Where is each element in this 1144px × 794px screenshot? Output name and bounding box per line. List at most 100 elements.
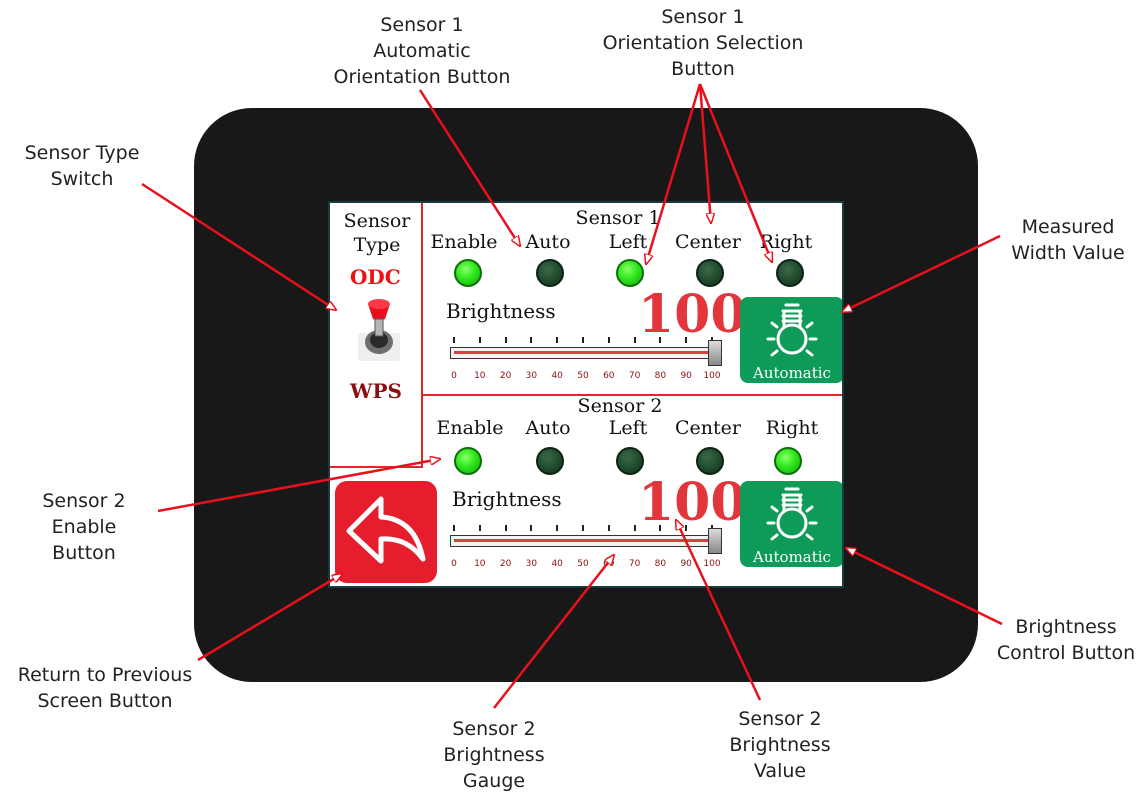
- gauge-tick: [556, 525, 559, 531]
- callout-sensor-type-switch: Sensor Type Switch: [24, 142, 140, 190]
- gauge-tick: [582, 337, 584, 343]
- callout-sensor2-gauge: Sensor 2 Brightness Gauge: [443, 718, 545, 792]
- sensor1-label-left: Left: [608, 231, 648, 253]
- gauge-tick: [659, 525, 662, 531]
- sensor1-auto-button[interactable]: [536, 259, 564, 287]
- gauge-tick: [504, 337, 507, 343]
- sensor1-enable-button[interactable]: [454, 259, 482, 287]
- gauge-tick-label: 30: [525, 559, 538, 569]
- sensor2-auto-button-label: Automatic: [753, 548, 831, 566]
- gauge-tick-label: 70: [628, 371, 641, 381]
- sensor1-auto-button-label: Automatic: [753, 364, 831, 382]
- divider-vertical: [421, 203, 423, 467]
- gauge-tick: [478, 337, 481, 343]
- sensor2-right-button[interactable]: [774, 447, 802, 475]
- gauge-tick-label: 100: [703, 559, 721, 569]
- callout-measured-width-value: Measured Width Value: [1011, 216, 1125, 264]
- lightbulb-icon: [766, 487, 818, 541]
- sensor-type-label: Sensor Type: [343, 210, 411, 256]
- gauge-tick: [607, 337, 610, 343]
- gauge-tick-label: 20: [499, 371, 512, 381]
- callout-brightness-control: Brightness Control Button: [996, 616, 1136, 664]
- gauge-tick-label: 20: [499, 559, 512, 569]
- gauge-tick: [607, 525, 610, 531]
- return-to-previous-screen-button[interactable]: [335, 481, 437, 583]
- sensor1-brightness-control-button[interactable]: Automatic: [740, 297, 842, 383]
- lightbulb-icon: [766, 303, 818, 357]
- callout-sensor2-value: Sensor 2 Brightness Value: [729, 708, 831, 782]
- sensor-type-switch[interactable]: [352, 291, 406, 363]
- odc-label: ODC: [350, 265, 401, 289]
- gauge-tick-label: 10: [474, 559, 486, 569]
- gauge-tick-label: 90: [680, 559, 692, 569]
- callout-return-previous: Return to Previous Screen Button: [17, 664, 193, 712]
- gauge-tick: [530, 525, 533, 531]
- gauge-tick-label: 90: [680, 371, 692, 381]
- gauge-tick-label: 40: [551, 559, 563, 569]
- gauge-tick: [582, 525, 584, 531]
- wps-label: WPS: [350, 379, 402, 403]
- sensor2-label-left: Left: [608, 417, 648, 439]
- sensor2-title: Sensor 2: [577, 395, 663, 417]
- gauge-tick: [556, 337, 559, 343]
- sensor1-title: Sensor 1: [575, 207, 661, 229]
- divider-horizontal-sidebar: [330, 466, 423, 468]
- gauge-tick: [478, 525, 481, 531]
- gauge-tick-label: 50: [577, 559, 589, 569]
- toggle-switch-icon: [358, 299, 400, 361]
- sensor1-left-button[interactable]: [616, 259, 644, 287]
- sensor2-auto-button[interactable]: [536, 447, 564, 475]
- sensor1-label-center: Center: [675, 231, 741, 253]
- touch-screen: Sensor Type ODC WPS Sensor 1 Enable Auto…: [328, 201, 844, 588]
- gauge-tick-label: 40: [551, 371, 563, 381]
- sensor2-label-auto: Auto: [525, 417, 571, 439]
- sensor2-center-button[interactable]: [696, 447, 724, 475]
- sensor2-brightness-gauge[interactable]: 0 10 20 30 40 50 60 70 80 90 100: [448, 523, 728, 575]
- gauge-tick: [633, 337, 636, 343]
- gauge-tick-label: 30: [525, 371, 538, 381]
- sensor1-label-enable: Enable: [430, 231, 498, 253]
- sensor2-enable-button[interactable]: [454, 447, 482, 475]
- callout-sensor2-enable: Sensor 2 Enable Button: [42, 490, 126, 564]
- gauge-tick: [685, 337, 688, 343]
- gauge-tick-label: 60: [603, 371, 615, 381]
- callout-sensor1-orientation-selection: Sensor 1 Orientation Selection Button: [602, 6, 804, 80]
- sensor2-label-enable: Enable: [436, 417, 504, 439]
- sensor2-brightness-control-button[interactable]: Automatic: [740, 481, 842, 567]
- gauge-tick: [530, 337, 533, 343]
- gauge-tick-label: 50: [577, 371, 589, 381]
- sensor1-center-button[interactable]: [696, 259, 724, 287]
- gauge-tick: [504, 525, 507, 531]
- sensor2-left-button[interactable]: [616, 447, 644, 475]
- gauge-tick-label: 10: [474, 371, 486, 381]
- gauge-tick: [685, 525, 688, 531]
- sensor1-brightness-value: 100: [638, 284, 747, 345]
- sensor1-right-button[interactable]: [776, 259, 804, 287]
- sensor2-brightness-value: 100: [638, 472, 747, 533]
- gauge-tick-label: 80: [654, 559, 667, 569]
- callout-sensor1-auto-orientation: Sensor 1 Automatic Orientation Button: [333, 14, 511, 88]
- gauge-tick-label: 0: [451, 371, 457, 381]
- sensor2-label-right: Right: [765, 417, 819, 439]
- sensor1-label-right: Right: [759, 231, 813, 253]
- sensor2-brightness-label: Brightness: [452, 487, 562, 511]
- gauge-tick: [659, 337, 662, 343]
- gauge-tick-label: 0: [451, 559, 457, 569]
- gauge-fill: [454, 351, 718, 354]
- sensor1-label-auto: Auto: [525, 231, 571, 253]
- sensor1-brightness-gauge[interactable]: 0 10 20 30 40 50 60 70 80 90 100: [448, 335, 728, 387]
- gauge-knob[interactable]: [708, 340, 722, 366]
- gauge-track: [450, 535, 722, 547]
- gauge-tick-label: 100: [703, 371, 721, 381]
- gauge-fill: [454, 539, 718, 542]
- sensor1-brightness-label: Brightness: [446, 299, 556, 323]
- gauge-knob[interactable]: [708, 528, 722, 554]
- gauge-tick: [453, 525, 455, 531]
- gauge-tick: [633, 525, 636, 531]
- gauge-tick-label: 80: [654, 371, 667, 381]
- gauge-tick: [453, 337, 455, 343]
- sensor2-label-center: Center: [675, 417, 741, 439]
- gauge-track: [450, 347, 722, 359]
- gauge-tick-label: 60: [603, 559, 615, 569]
- gauge-tick-label: 70: [628, 559, 641, 569]
